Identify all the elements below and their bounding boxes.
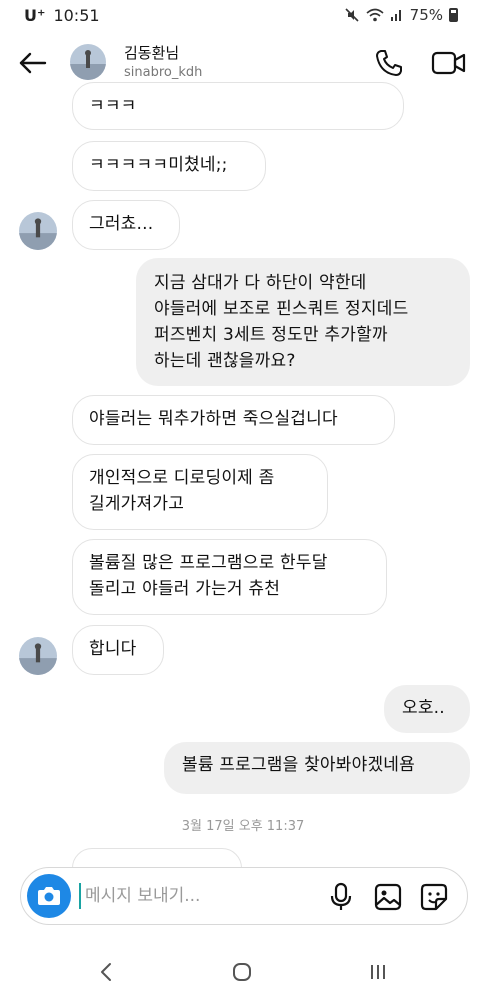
chat-header: 김동환님 sinabro_kdh xyxy=(0,36,486,88)
gallery-icon[interactable] xyxy=(373,882,403,912)
incoming-message-bubble[interactable]: ㅋㅋㅋ xyxy=(72,82,404,130)
incoming-message-bubble[interactable]: 야들러는 뭐추가하면 죽으실겁니다 xyxy=(72,395,395,445)
outgoing-message-bubble[interactable]: 오호.. xyxy=(384,685,470,733)
nav-recent-apps-icon[interactable] xyxy=(366,960,390,984)
incoming-message-bubble[interactable]: 개인적으로 디로딩이제 좀 길게가져가고 xyxy=(72,454,328,530)
microphone-icon[interactable] xyxy=(327,882,355,912)
system-nav-bar xyxy=(0,950,486,1000)
nav-home-icon[interactable] xyxy=(230,960,254,984)
camera-button[interactable] xyxy=(27,874,71,918)
contact-username[interactable]: sinabro_kdh xyxy=(124,65,202,80)
back-arrow-icon[interactable] xyxy=(16,46,50,80)
message-input[interactable] xyxy=(79,883,269,909)
message-composer xyxy=(20,867,468,925)
battery-percent: 75% xyxy=(409,6,443,24)
avatar[interactable] xyxy=(19,637,57,675)
video-call-icon[interactable] xyxy=(430,46,468,80)
battery-icon xyxy=(449,8,458,22)
carrier-label: U⁺ xyxy=(24,6,46,25)
status-bar: U⁺ 10:51 75% xyxy=(0,0,486,30)
nav-back-icon[interactable] xyxy=(95,960,119,984)
avatar[interactable] xyxy=(70,44,106,80)
contact-name[interactable]: 김동환님 xyxy=(124,42,179,63)
message-timestamp: 3월 17일 오후 11:37 xyxy=(181,819,305,834)
outgoing-message-bubble[interactable]: 볼륨 프로그램을 찾아봐야겠네욤 xyxy=(164,742,470,794)
phone-icon[interactable] xyxy=(372,46,406,80)
avatar[interactable] xyxy=(19,212,57,250)
incoming-message-bubble[interactable]: 볼륨질 많은 프로그램으로 한두달 돌리고 야들러 가는거 츄천 xyxy=(72,539,387,615)
mute-icon xyxy=(345,8,359,22)
incoming-message-bubble[interactable]: 합니다 xyxy=(72,625,164,675)
outgoing-message-bubble[interactable]: 지금 삼대가 다 하단이 약한데 야들러에 보조로 핀스쿼트 정지데드 퍼즈벤치… xyxy=(136,258,470,386)
signal-icon xyxy=(390,10,401,21)
camera-icon xyxy=(38,887,60,905)
incoming-message-bubble[interactable]: 그러쵸... xyxy=(72,200,180,250)
incoming-message-bubble[interactable]: ㅋㅋㅋㅋㅋ미쳤네;; xyxy=(72,141,266,191)
sticker-icon[interactable] xyxy=(419,882,449,912)
wifi-icon xyxy=(366,8,384,22)
status-time: 10:51 xyxy=(53,6,100,25)
